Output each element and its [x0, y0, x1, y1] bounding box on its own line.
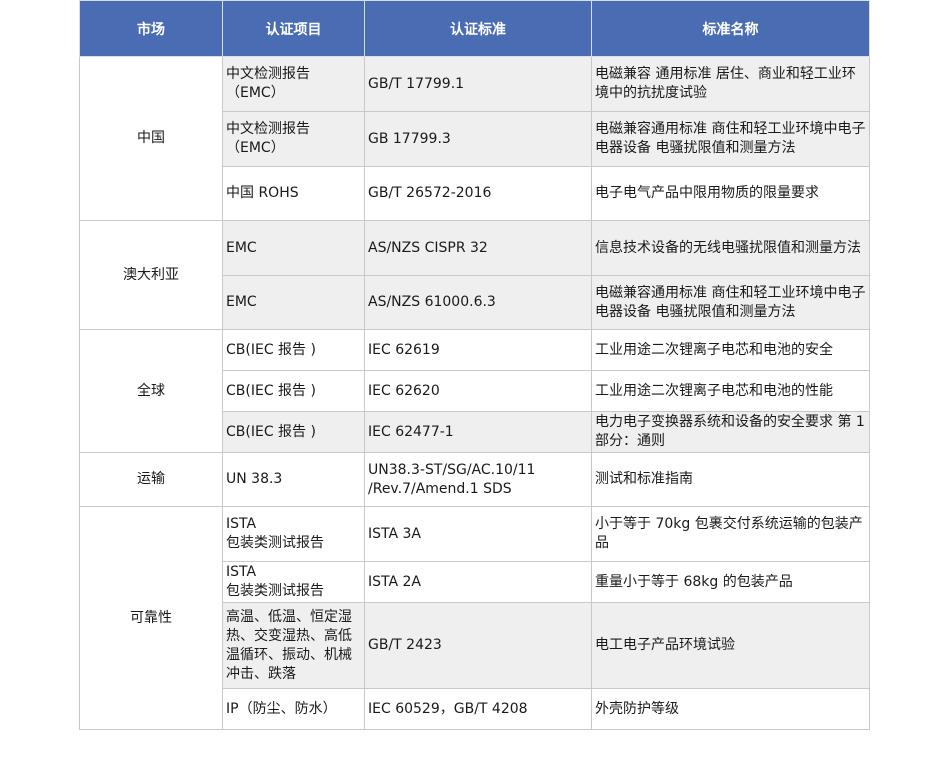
header-cert-item: 认证项目 [222, 0, 365, 57]
standard-name-cell: 工业用途二次锂离子电芯和电池的性能 [591, 370, 870, 412]
cert-standard-cell: AS/NZS CISPR 32 [364, 220, 592, 276]
cert-item-cell: IP（防尘、防水） [222, 688, 365, 730]
standard-name-cell: 电子电气产品中限用物质的限量要求 [591, 166, 870, 221]
market-cell: 澳大利亚 [79, 220, 223, 330]
standard-name-cell: 电磁兼容通用标准 商住和轻工业环境中电子电器设备 电骚扰限值和测量方法 [591, 111, 870, 167]
cert-standard-cell: GB 17799.3 [364, 111, 592, 167]
table-row: 全球 CB(IEC 报告 ) IEC 62619 工业用途二次锂离子电芯和电池的… [79, 329, 870, 453]
cert-item-cell: 中国 ROHS [222, 166, 365, 221]
cert-item-cell: EMC [222, 275, 365, 330]
cert-standard-cell: GB/T 26572-2016 [364, 166, 592, 221]
cert-item-cell: EMC [222, 220, 365, 276]
cert-standard-cell: IEC 62477-1 [364, 411, 592, 453]
cert-standard-cell: ISTA 3A [364, 506, 592, 562]
header-market: 市场 [79, 0, 223, 57]
cert-item-cell: ISTA 包装类测试报告 [222, 506, 365, 562]
cert-item-cell: CB(IEC 报告 ) [222, 329, 365, 371]
cert-standard-cell: IEC 60529，GB/T 4208 [364, 688, 592, 730]
table-header-row: 市场 认证项目 认证标准 标准名称 [79, 0, 870, 57]
standard-name-cell: 电磁兼容通用标准 商住和轻工业环境中电子电器设备 电骚扰限值和测量方法 [591, 275, 870, 330]
certification-table: 市场 认证项目 认证标准 标准名称 中国 中文检测报告 （EMC） GB/T 1… [79, 0, 870, 730]
market-cell: 可靠性 [79, 506, 223, 730]
standard-name-cell: 外壳防护等级 [591, 688, 870, 730]
cert-item-cell: 中文检测报告 （EMC） [222, 56, 365, 112]
standard-name-cell: 小于等于 70kg 包裹交付系统运输的包装产品 [591, 506, 870, 562]
cert-standard-cell: AS/NZS 61000.6.3 [364, 275, 592, 330]
header-cert-standard: 认证标准 [364, 0, 592, 57]
cert-item-cell: 中文检测报告 （EMC） [222, 111, 365, 167]
cert-item-cell: CB(IEC 报告 ) [222, 411, 365, 453]
table-row: 中国 中文检测报告 （EMC） GB/T 17799.1 电磁兼容 通用标准 居… [79, 56, 870, 221]
cert-item-cell: 高温、低温、恒定湿热、交变湿热、高低温循环、振动、机械冲击、跌落 [222, 602, 365, 689]
table-row: 运输 UN 38.3 UN38.3-ST/SG/AC.10/11 /Rev.7/… [79, 452, 870, 507]
standard-name-cell: 工业用途二次锂离子电芯和电池的安全 [591, 329, 870, 371]
cert-standard-cell: IEC 62619 [364, 329, 592, 371]
market-cell: 全球 [79, 329, 223, 453]
standard-name-cell: 电工电子产品环境试验 [591, 602, 870, 689]
cert-standard-cell: ISTA 2A [364, 561, 592, 603]
cert-standard-cell: GB/T 17799.1 [364, 56, 592, 112]
standard-name-cell: 信息技术设备的无线电骚扰限值和测量方法 [591, 220, 870, 276]
cert-standard-cell: GB/T 2423 [364, 602, 592, 689]
standard-name-cell: 重量小于等于 68kg 的包装产品 [591, 561, 870, 603]
market-cell: 中国 [79, 56, 223, 221]
table-row: 澳大利亚 EMC AS/NZS CISPR 32 信息技术设备的无线电骚扰限值和… [79, 220, 870, 330]
header-standard-name: 标准名称 [591, 0, 870, 57]
cert-item-cell: CB(IEC 报告 ) [222, 370, 365, 412]
standard-name-cell: 测试和标准指南 [591, 452, 870, 507]
standard-name-cell: 电磁兼容 通用标准 居住、商业和轻工业环境中的抗扰度试验 [591, 56, 870, 112]
cert-item-cell: UN 38.3 [222, 452, 365, 507]
cert-item-cell: ISTA 包装类测试报告 [222, 561, 365, 603]
table-row: 可靠性 ISTA 包装类测试报告 ISTA 3A 小于等于 70kg 包裹交付系… [79, 506, 870, 730]
standard-name-cell: 电力电子变换器系统和设备的安全要求 第 1 部分：通则 [591, 411, 870, 453]
cert-standard-cell: IEC 62620 [364, 370, 592, 412]
market-cell: 运输 [79, 452, 223, 507]
cert-standard-cell: UN38.3-ST/SG/AC.10/11 /Rev.7/Amend.1 SDS [364, 452, 592, 507]
